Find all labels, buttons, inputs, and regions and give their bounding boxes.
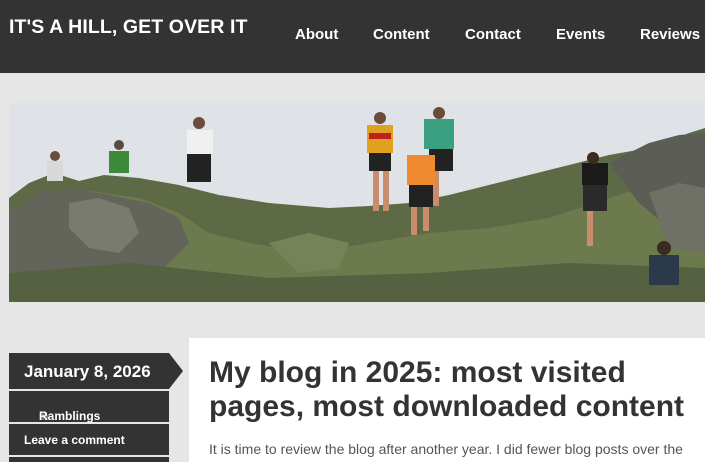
main-nav: About Content Contact Events Reviews xyxy=(0,26,705,46)
site-header: IT'S A HILL, GET OVER IT About Content C… xyxy=(0,0,705,73)
header-image xyxy=(9,103,705,302)
post-date: January 8, 2026 xyxy=(24,362,151,381)
fell-runners-photo xyxy=(9,103,705,302)
post-title[interactable]: My blog in 2025: most visited pages, mos… xyxy=(209,356,699,424)
nav-contact[interactable]: Contact xyxy=(465,26,521,43)
post-date-badge: January 8, 2026 xyxy=(9,353,183,389)
post-comment-row: Leave a comment xyxy=(9,424,169,455)
nav-reviews[interactable]: Reviews xyxy=(640,26,700,43)
meta-divider xyxy=(9,457,169,462)
category-link[interactable]: Ramblings xyxy=(39,409,100,423)
nav-events[interactable]: Events xyxy=(556,26,605,43)
post-category-row: in Ramblings xyxy=(9,391,169,423)
post-excerpt: It is time to review the blog after anot… xyxy=(209,441,683,457)
nav-about[interactable]: About xyxy=(295,26,338,43)
leave-comment-link[interactable]: Leave a comment xyxy=(24,433,125,447)
nav-content[interactable]: Content xyxy=(373,26,430,43)
post-card: My blog in 2025: most visited pages, mos… xyxy=(189,338,705,462)
